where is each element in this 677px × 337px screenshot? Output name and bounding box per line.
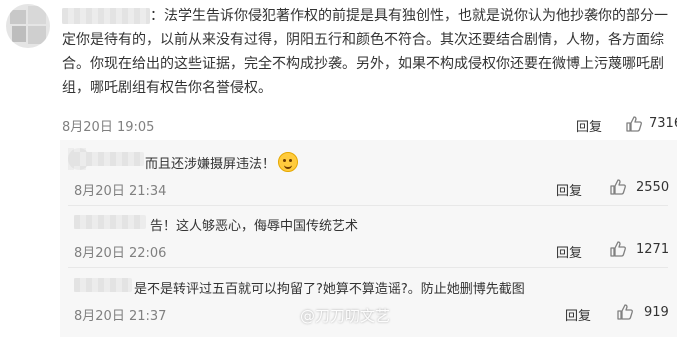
reply-divider xyxy=(68,205,668,206)
reply-username-redacted[interactable] xyxy=(74,215,146,229)
reply-reply-button[interactable]: 回复 xyxy=(556,180,582,199)
thumbs-up-icon[interactable] xyxy=(616,303,634,321)
comment-reply-button[interactable]: 回复 xyxy=(576,116,602,135)
reply-timestamp: 8月20日 21:37 xyxy=(74,309,167,324)
comment-like-count: 7316 xyxy=(649,116,677,131)
thumbs-up-icon[interactable] xyxy=(609,178,627,196)
commenter-avatar[interactable] xyxy=(6,4,50,48)
thumbs-up-icon[interactable] xyxy=(625,115,643,133)
grin-emoji-icon xyxy=(278,152,299,172)
thumbs-up-icon[interactable] xyxy=(609,240,627,258)
reply-like-count: 1271 xyxy=(636,242,670,257)
reply-text: 而且还涉嫌摄屏违法！ xyxy=(145,152,299,172)
reply-reply-button[interactable]: 回复 xyxy=(556,242,582,261)
reply-divider xyxy=(68,267,668,268)
reply-username-redacted[interactable] xyxy=(74,152,144,166)
reply-text: 是不是转评过五百就可以拘留了?她算不算造谣?。防止她删博先截图 xyxy=(134,282,525,297)
reply-reply-button[interactable]: 回复 xyxy=(565,305,591,324)
reply-timestamp: 8月20日 21:34 xyxy=(74,184,167,199)
reply-timestamp: 8月20日 22:06 xyxy=(74,246,167,261)
comment-timestamp: 8月20日 19:05 xyxy=(62,120,155,135)
reply-like-count: 2550 xyxy=(636,180,670,195)
watermark: @刀刀叨文艺 xyxy=(300,307,391,325)
reply-like-count: 919 xyxy=(644,305,669,320)
comment-text: ：法学生告诉你侵犯著作权的前提是具有独创性，也就是说你认为他抄袭你的部分一定你是… xyxy=(62,8,668,96)
reply-username-redacted[interactable] xyxy=(74,278,132,292)
reply-text: 告！这人够恶心，侮辱中国传统艺术 xyxy=(150,219,359,234)
